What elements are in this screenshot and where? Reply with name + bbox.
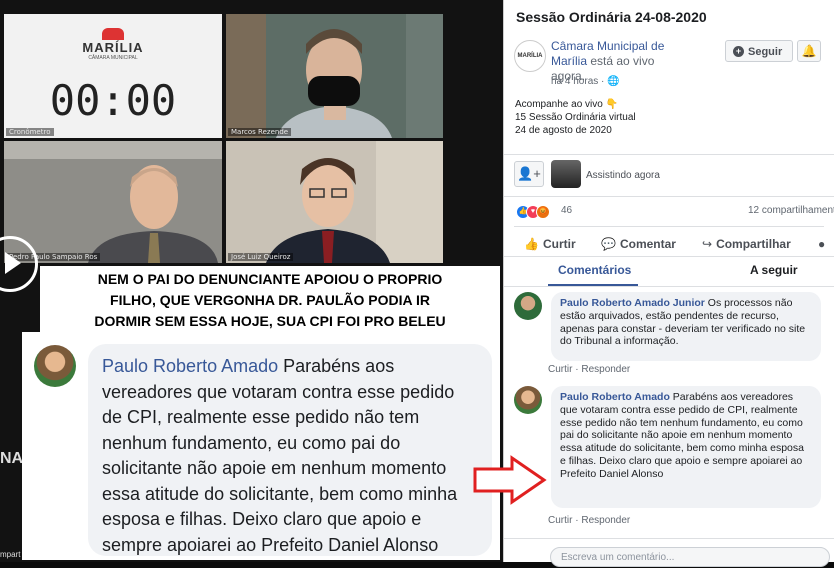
divider: [504, 538, 834, 539]
tile-name: Cronômetro: [6, 128, 54, 136]
divider: [504, 256, 834, 257]
video-title: Sessão Ordinária 24-08-2020: [516, 9, 707, 25]
add-friend-button[interactable]: 👤+: [514, 161, 544, 187]
like-button[interactable]: 👍 Curtir: [524, 237, 576, 251]
comment-author[interactable]: Paulo Roberto Amado Junior: [560, 297, 705, 309]
post-description: Acompanhe ao vivo 👇 15 Sessão Ordinária …: [515, 98, 636, 137]
avatar[interactable]: [514, 292, 542, 320]
participant-figure: [226, 141, 443, 263]
tab-following[interactable]: A seguir: [750, 263, 798, 277]
meme-caption: NEM O PAI DO DENUNCIANTE APOIOU O PROPRI…: [40, 266, 500, 332]
divider: [504, 286, 834, 287]
description-line: 15 Sessão Ordinária virtual: [515, 112, 636, 123]
avatar[interactable]: [514, 386, 542, 414]
write-comment-input[interactable]: Escreva um comentário...: [550, 547, 830, 567]
caption-line: FILHO, QUE VERGONHA DR. PAULÃO PODIA IR: [110, 292, 430, 308]
tab-comments[interactable]: Comentários: [558, 263, 631, 277]
divider: [504, 196, 834, 197]
avatar: [34, 345, 76, 387]
comment-author[interactable]: Paulo Roberto Amado: [560, 391, 670, 403]
comment-text: Parabéns aos vereadores que votaram cont…: [102, 356, 458, 555]
session-timer: 00:00: [49, 76, 177, 125]
side-text-bottom: mpart: [0, 550, 21, 559]
comment-text: Parabéns aos vereadores que votaram cont…: [560, 391, 804, 480]
crest-icon: [102, 28, 124, 40]
comment-label: Comentar: [619, 237, 676, 251]
follow-button[interactable]: + Seguir: [725, 40, 793, 62]
video-tile-participant: Pedro Paulo Sampaio Ros: [4, 141, 222, 263]
avatar: ●: [818, 237, 826, 251]
angry-reaction-icon: 😡: [536, 205, 550, 219]
red-arrow-annotation: [473, 455, 547, 505]
add-person-icon: 👤+: [517, 166, 541, 181]
comment-bubble: Paulo Roberto Amado Parabéns aos vereado…: [551, 386, 821, 508]
tile-name: José Luiz Queiroz: [228, 253, 294, 261]
enlarged-comment: Paulo Roberto Amado Parabéns aos vereado…: [22, 332, 500, 560]
logo-title: MARÍLIA: [82, 40, 144, 55]
comment-author[interactable]: Paulo Roberto Amado: [102, 356, 278, 376]
divider: [514, 226, 824, 227]
comment-reply-link[interactable]: Responder: [581, 364, 630, 375]
shares-count[interactable]: 12 compartilhamentos: [748, 205, 834, 216]
comment-button[interactable]: 💬 Comentar: [601, 237, 676, 251]
caption-line: NEM O PAI DO DENUNCIANTE APOIOU O PROPRI…: [97, 271, 443, 287]
description-line: Acompanhe ao vivo 👇: [515, 99, 619, 110]
tile-name: Marcos Rezende: [228, 128, 292, 136]
video-tile-participant: Marcos Rezende: [226, 14, 443, 138]
share-label: Compartilhar: [716, 237, 791, 251]
description-line: 24 de agosto de 2020: [515, 125, 612, 136]
profile-selector[interactable]: ●: [818, 237, 825, 251]
share-button[interactable]: ↪ Compartilhar: [702, 237, 791, 251]
comment-bubble: Paulo Roberto Amado Junior Os processos …: [551, 292, 821, 361]
share-arrow-icon: ↪: [702, 237, 713, 251]
post-time: há 4 horas · 🌐: [551, 76, 620, 87]
thumbs-up-icon: 👍: [524, 237, 539, 251]
comment-like-link[interactable]: Curtir: [548, 364, 572, 375]
marilia-logo: MARÍLIA CÂMARA MUNICIPAL: [4, 28, 222, 61]
notification-bell-button[interactable]: 🔔: [797, 40, 821, 62]
comment-bubble: Paulo Roberto Amado Parabéns aos vereado…: [88, 344, 492, 556]
participant-figure: [4, 141, 222, 263]
bell-icon: 🔔: [801, 44, 817, 58]
follow-label: Seguir: [748, 46, 783, 58]
side-text: NA: [0, 450, 24, 467]
divider: [504, 154, 834, 155]
caption-line: DORMIR SEM ESSA HOJE, SUA CPI FOI PRO BE…: [94, 313, 446, 329]
speech-bubble-icon: 💬: [601, 237, 616, 251]
comment-reply-link[interactable]: Responder: [581, 515, 630, 526]
plus-icon: +: [733, 46, 744, 57]
participant-figure: [226, 14, 443, 138]
logo-subtitle: CÂMARA MUNICIPAL: [88, 55, 138, 61]
watching-now-label: Assistindo agora: [586, 170, 660, 181]
video-tile-participant: José Luiz Queiroz: [226, 141, 443, 263]
comment-actions: Curtir · Responder: [548, 364, 631, 375]
like-label: Curtir: [542, 237, 576, 251]
viewer-thumbnail[interactable]: [551, 160, 581, 188]
facebook-live-panel: Sessão Ordinária 24-08-2020 MARÍLIA Câma…: [503, 0, 834, 567]
comment-actions: Curtir · Responder: [548, 515, 631, 526]
reaction-count[interactable]: 46: [561, 205, 572, 216]
video-tile-timer: MARÍLIA CÂMARA MUNICIPAL 00:00 Cronômetr…: [4, 14, 222, 138]
comment-like-link[interactable]: Curtir: [548, 515, 572, 526]
page-avatar[interactable]: MARÍLIA: [514, 40, 546, 72]
